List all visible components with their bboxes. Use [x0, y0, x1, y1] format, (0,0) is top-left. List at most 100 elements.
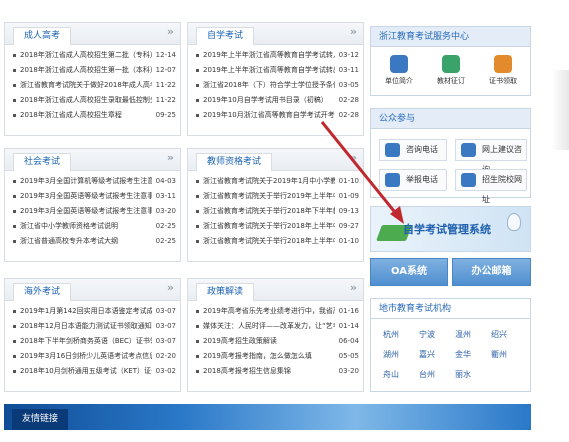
list-item[interactable]: 2019年3月全国英语等级考试报考生注意事项 03-20 [13, 204, 176, 219]
news-title[interactable]: 2018年下半年剑桥商务英语（BEC）证书领取 [20, 334, 152, 349]
list-item[interactable]: 2019年3月全国英语等级考试报考生注意事项 03-11 [13, 189, 176, 204]
city-link[interactable]: 金华 [455, 349, 471, 360]
news-title[interactable]: 2019高考报考指南，怎么做怎么填 [203, 349, 312, 364]
news-title[interactable]: 2018年浙江省成人高校招生录取最低控制分数线 [20, 93, 152, 108]
news-title[interactable]: 浙江省教育考试院关于举行2018年上半年中小学教师资格考试 [203, 219, 335, 234]
city-link[interactable]: 衢州 [491, 349, 507, 360]
list-item[interactable]: 浙江省教育考试院关于举行2018年下半年教师资格考试09-13 [196, 204, 359, 219]
list-item[interactable]: 2018年浙江省成人高校招生章程 09-25 [13, 108, 176, 123]
news-title[interactable]: 2019年3月全国英语等级考试报考生注意事项 [20, 189, 152, 204]
city-link[interactable]: 舟山 [383, 369, 399, 380]
oa-system-button[interactable]: OA系统 [370, 258, 448, 286]
list-item[interactable]: 2018年浙江省成人高校招生第二批（专科）录取12-14 [13, 48, 176, 63]
more-arrow-icon[interactable]: » [350, 151, 357, 164]
office-mail-button[interactable]: 办公邮箱 [452, 258, 531, 286]
more-arrow-icon[interactable]: » [167, 25, 174, 38]
news-title[interactable]: 2019年3月16日剑桥少儿英语考试考点信息表 [20, 349, 152, 364]
city-link[interactable]: 丽水 [455, 369, 471, 380]
list-item[interactable]: 浙江省教育考试院关于举行2018年上半年中小学教师资格考试09-27 [196, 219, 359, 234]
news-title[interactable]: 浙江省教育考试院关于做好2018年成人高考 [20, 78, 152, 93]
city-link[interactable]: 嘉兴 [419, 349, 435, 360]
list-item[interactable]: 2019年高考省乐先考业绩考进行中，我省高校 01-16 [196, 304, 359, 319]
list-item[interactable]: 2019年1月第142回实用日本语鉴定考试成绩发布03-07 [13, 304, 176, 319]
news-title[interactable]: 2019年上半年浙江省高等教育自学考试转入教材名单公布 [203, 48, 335, 63]
news-title[interactable]: 2019年10月浙江省高等教育自学考试开考课程 [203, 108, 335, 123]
service-item-intro[interactable]: 单位简介 [377, 55, 421, 86]
list-item[interactable]: 2019高考报考指南，怎么做怎么填 05-05 [196, 349, 359, 364]
news-title[interactable]: 2018年浙江省成人高校招生第二批（专科）录取 [20, 48, 152, 63]
news-title[interactable]: 2018年10月剑桥通用五级考试（KET）证书领取 [20, 364, 152, 379]
social-exam-title[interactable]: 社会考试 [13, 153, 72, 171]
news-title[interactable]: 2018年浙江省成人高校招生第一批（本科）录取 [20, 63, 152, 78]
more-arrow-icon[interactable]: » [350, 25, 357, 38]
news-title[interactable]: 2018高考报考招生信息集锦 [203, 364, 291, 379]
news-date: 01-14 [338, 322, 359, 330]
list-item[interactable]: 浙江省2018年（下）符合学士学位授予条件名单03-05 [196, 78, 359, 93]
news-title[interactable]: 浙江省教育考试院关于举行2018年上半年中小学教师资格考试 [203, 234, 335, 249]
list-item[interactable]: 2019年上半年浙江省高等教育自学考试转出考生名单03-11 [196, 63, 359, 78]
news-title[interactable]: 浙江省中小学教师资格考试说明 [20, 219, 118, 234]
friend-links-tab[interactable]: 友情链接 [12, 409, 69, 430]
list-item[interactable]: 2018年浙江省成人高校招生第一批（本科）录取12-07 [13, 63, 176, 78]
service-item-certificate[interactable]: 证书领取 [481, 55, 525, 86]
news-title[interactable]: 2019年1月第142回实用日本语鉴定考试成绩发布 [20, 304, 152, 319]
self-exam-system-banner[interactable]: 自学考试管理系统 [370, 206, 531, 252]
city-link[interactable]: 湖州 [383, 349, 399, 360]
news-title[interactable]: 2019年上半年浙江省高等教育自学考试转出考生名单 [203, 63, 335, 78]
more-arrow-icon[interactable]: » [167, 281, 174, 294]
news-title[interactable]: 2018年浙江省成人高校招生章程 [20, 108, 122, 123]
adult-exam-title[interactable]: 成人高考 [13, 27, 72, 45]
news-title[interactable]: 浙江省教育考试院关于2019年1月中小学教师资格考试 [203, 174, 335, 189]
panel-header: 社会考试 » [5, 149, 180, 171]
city-link[interactable]: 宁波 [419, 329, 435, 340]
list-item[interactable]: 浙江省教育考试院关于举行2019年上半年中小学教师资格考试01-09 [196, 189, 359, 204]
list-item[interactable]: 浙江省教育考试院关于做好2018年成人高考 11-22 [13, 78, 176, 93]
news-title[interactable]: 2019年10月自学考试用书目录（初稿） [203, 93, 328, 108]
news-title[interactable]: 媒体关注：人民时评——改革发力，让“艺考”更规范 [203, 319, 335, 334]
news-title[interactable]: 2019高考招生政策解读 [203, 334, 277, 349]
teacher-exam-title[interactable]: 教师资格考试 [196, 153, 273, 171]
list-item[interactable]: 2019年10月自学考试用书目录（初稿） 02-28 [196, 93, 359, 108]
news-title[interactable]: 浙江省教育考试院关于举行2018年下半年教师资格考试 [203, 204, 335, 219]
list-item[interactable]: 浙江省普通高校专升本考试大纲 02-25 [13, 234, 176, 249]
list-item[interactable]: 2019年3月全国计算机等级考试报考生注意事项04-03 [13, 174, 176, 189]
banner-text: 自学考试管理系统 [403, 223, 491, 236]
consult-phone-button[interactable]: 咨询电话 [379, 139, 447, 161]
service-item-textbook[interactable]: 教材征订 [429, 55, 473, 86]
list-item[interactable]: 浙江省教育考试院关于举行2018年上半年中小学教师资格考试01-10 [196, 234, 359, 249]
news-title[interactable]: 2019年高考省乐先考业绩考进行中，我省高校 [203, 304, 335, 319]
city-link[interactable]: 杭州 [383, 329, 399, 340]
list-item[interactable]: 媒体关注：人民时评——改革发力，让“艺考”更规范01-14 [196, 319, 359, 334]
more-arrow-icon[interactable]: » [167, 151, 174, 164]
report-phone-button[interactable]: 举报电话 [379, 169, 447, 191]
school-website-button[interactable]: 招生院校网址 [455, 169, 527, 204]
news-date: 01-10 [338, 237, 359, 245]
news-title[interactable]: 2018年12月日本语能力测试证书领取通知 [20, 319, 152, 334]
list-item[interactable]: 2019年10月浙江省高等教育自学考试开考课程 02-28 [196, 108, 359, 123]
list-item[interactable]: 2019高考招生政策解读 06-04 [196, 334, 359, 349]
news-date: 03-05 [338, 81, 359, 89]
list-item[interactable]: 2019年3月16日剑桥少儿英语考试考点信息表 02-20 [13, 349, 176, 364]
news-title[interactable]: 2019年3月全国计算机等级考试报考生注意事项 [20, 174, 152, 189]
news-title[interactable]: 2019年3月全国英语等级考试报考生注意事项 [20, 204, 152, 219]
news-title[interactable]: 浙江省教育考试院关于举行2019年上半年中小学教师资格考试 [203, 189, 335, 204]
city-link[interactable]: 台州 [419, 369, 435, 380]
news-title[interactable]: 浙江省2018年（下）符合学士学位授予条件名单 [203, 78, 335, 93]
list-item[interactable]: 2018高考报考招生信息集锦 03-20 [196, 364, 359, 379]
more-arrow-icon[interactable]: » [350, 281, 357, 294]
list-item[interactable]: 2018年下半年剑桥商务英语（BEC）证书领取 03-07 [13, 334, 176, 349]
self-exam-title[interactable]: 自学考试 [196, 27, 255, 45]
list-item[interactable]: 2018年10月剑桥通用五级考试（KET）证书领取03-02 [13, 364, 176, 379]
news-title[interactable]: 浙江省普通高校专升本考试大纲 [20, 234, 118, 249]
list-item[interactable]: 浙江省中小学教师资格考试说明 02-25 [13, 219, 176, 234]
list-item[interactable]: 2019年上半年浙江省高等教育自学考试转入教材名单公布03-12 [196, 48, 359, 63]
city-link[interactable]: 温州 [455, 329, 471, 340]
oa-system-label: OA系统 [391, 266, 427, 277]
list-item[interactable]: 2018年浙江省成人高校招生录取最低控制分数线11-22 [13, 93, 176, 108]
overseas-exam-title[interactable]: 海外考试 [13, 283, 72, 301]
policy-title[interactable]: 政策解读 [196, 283, 255, 301]
online-suggestion-button[interactable]: 网上建议咨询 [455, 139, 527, 174]
list-item[interactable]: 浙江省教育考试院关于2019年1月中小学教师资格考试01-10 [196, 174, 359, 189]
city-link[interactable]: 绍兴 [491, 329, 507, 340]
list-item[interactable]: 2018年12月日本语能力测试证书领取通知 03-07 [13, 319, 176, 334]
